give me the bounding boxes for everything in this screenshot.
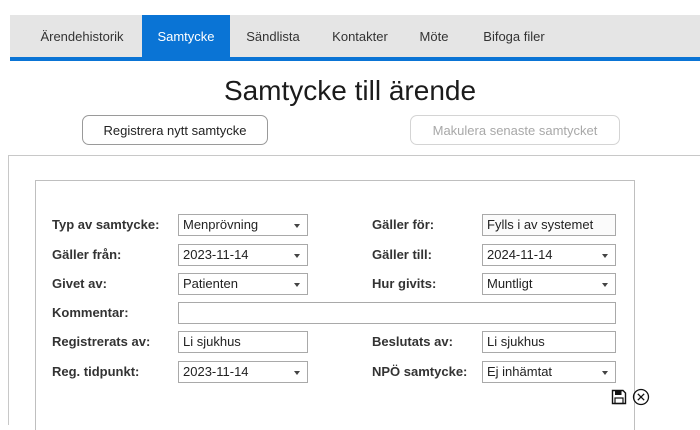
given-by-value: Patienten (183, 276, 238, 291)
reg-time-value: 2023-11-14 (183, 364, 249, 379)
chevron-down-icon (294, 224, 300, 228)
tab-mote[interactable]: Möte (404, 15, 464, 57)
tab-bifoga-filer[interactable]: Bifoga filer (464, 15, 564, 57)
chevron-down-icon (294, 283, 300, 287)
valid-to-value: 2024-11-14 (487, 247, 553, 262)
npo-consent-label: NPÖ samtycke: (372, 364, 468, 379)
chevron-down-icon (294, 371, 300, 375)
applies-to-field: Fylls i av systemet (482, 214, 616, 236)
registered-by-field[interactable]: Li sjukhus (178, 331, 308, 353)
chevron-down-icon (602, 254, 608, 258)
reg-time-label: Reg. tidpunkt: (52, 364, 140, 379)
tab-kontakter[interactable]: Kontakter (316, 15, 404, 57)
registered-by-value: Li sjukhus (183, 334, 241, 349)
chevron-down-icon (294, 254, 300, 258)
valid-from-label: Gäller från: (52, 247, 122, 262)
register-consent-button[interactable]: Registrera nytt samtycke (82, 115, 268, 145)
tab-arendehistorik[interactable]: Ärendehistorik (22, 15, 142, 57)
applies-to-label: Gäller för: (372, 217, 435, 232)
given-by-select[interactable]: Patienten (178, 273, 308, 295)
registered-by-label: Registrerats av: (52, 334, 151, 349)
page-title: Samtycke till ärende (223, 75, 477, 106)
how-given-select[interactable]: Muntligt (482, 273, 616, 295)
comment-input[interactable] (178, 302, 616, 324)
type-label: Typ av samtycke: (52, 217, 160, 232)
valid-to-select[interactable]: 2024-11-14 (482, 244, 616, 266)
decided-by-value: Li sjukhus (487, 334, 545, 349)
how-given-label: Hur givits: (372, 276, 437, 291)
type-value: Menprövning (183, 217, 259, 232)
given-by-label: Givet av: (52, 276, 107, 291)
reg-time-select[interactable]: 2023-11-14 (178, 361, 308, 383)
chevron-down-icon (602, 371, 608, 375)
cancel-latest-consent-button: Makulera senaste samtycket (410, 115, 620, 145)
save-icon[interactable] (610, 388, 628, 406)
close-circle-icon[interactable] (632, 388, 650, 406)
type-select[interactable]: Menprövning (178, 214, 308, 236)
tab-sandlista[interactable]: Sändlista (230, 15, 316, 57)
how-given-value: Muntligt (487, 276, 533, 291)
npo-consent-select[interactable]: Ej inhämtat (482, 361, 616, 383)
valid-to-label: Gäller till: (372, 247, 432, 262)
tab-samtycke[interactable]: Samtycke (142, 15, 230, 57)
decided-by-label: Beslutats av: (372, 334, 453, 349)
applies-to-value: Fylls i av systemet (487, 217, 594, 232)
chevron-down-icon (602, 283, 608, 287)
npo-consent-value: Ej inhämtat (487, 364, 553, 379)
comment-label: Kommentar: (52, 305, 129, 320)
valid-from-select[interactable]: 2023-11-14 (178, 244, 308, 266)
valid-from-value: 2023-11-14 (183, 247, 249, 262)
tab-bar: Ärendehistorik Samtycke Sändlista Kontak… (10, 15, 700, 61)
decided-by-field[interactable]: Li sjukhus (482, 331, 616, 353)
